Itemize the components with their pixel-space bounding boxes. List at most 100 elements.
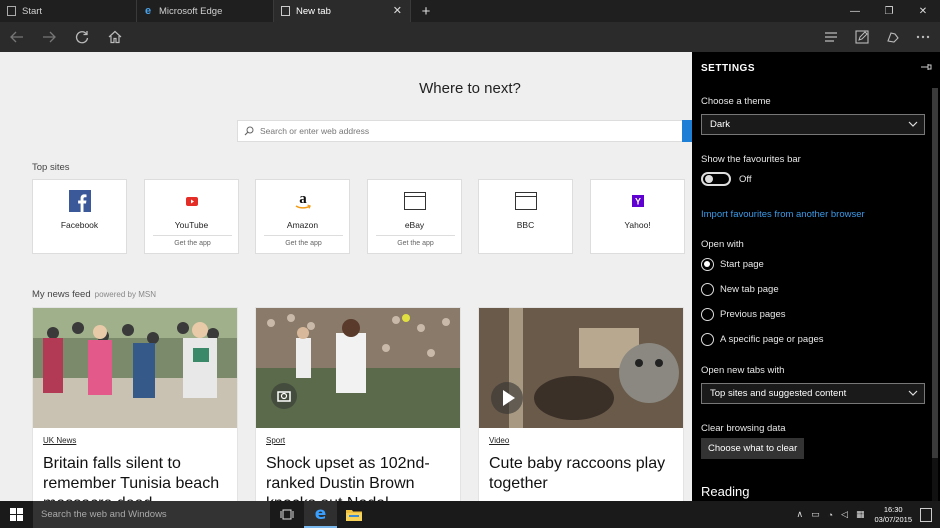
taskbar-search[interactable]: Search the web and Windows xyxy=(33,501,270,528)
new-tab-button[interactable]: + xyxy=(411,0,441,22)
settings-title: SETTINGS xyxy=(701,63,756,74)
radio-label: New tab page xyxy=(720,284,779,295)
back-arrow-icon xyxy=(10,31,23,43)
page-icon xyxy=(6,6,16,16)
import-favourites-link[interactable]: Import favourites from another browser xyxy=(701,209,865,220)
top-site-tile[interactable]: eBay Get the app xyxy=(367,179,462,254)
navigation-bar xyxy=(0,22,940,52)
back-button[interactable] xyxy=(8,28,26,46)
action-center-icon[interactable] xyxy=(920,507,932,522)
pen-icon xyxy=(855,30,869,44)
radio-start-page[interactable]: Start page xyxy=(701,258,764,271)
taskbar-file-explorer-button[interactable] xyxy=(337,501,370,528)
more-button[interactable] xyxy=(914,28,932,46)
tab-start[interactable]: Start xyxy=(0,0,137,22)
windows-logo-icon xyxy=(10,508,23,521)
keyboard-icon[interactable]: ▦ xyxy=(856,509,865,520)
news-category[interactable]: Sport xyxy=(266,436,285,445)
radio-new-tab-page[interactable]: New tab page xyxy=(701,283,779,296)
tile-name: eBay xyxy=(404,220,425,230)
web-note-button[interactable] xyxy=(853,28,871,46)
radio-button xyxy=(701,308,714,321)
taskbar-edge-button[interactable]: e xyxy=(304,501,337,528)
news-feed-powered: powered by MSN xyxy=(94,290,156,299)
favbar-state: Off xyxy=(739,174,752,185)
close-tab-icon[interactable]: ✕ xyxy=(393,4,402,17)
start-button[interactable] xyxy=(0,501,33,528)
favbar-toggle[interactable] xyxy=(701,172,731,186)
new-tab-page: Where to next? Top sites Facebook YouTub… xyxy=(0,52,692,501)
chevron-up-icon[interactable]: ∧ xyxy=(796,509,803,520)
yahoo-icon: Y xyxy=(591,190,684,212)
news-category[interactable]: UK News xyxy=(43,436,76,445)
refresh-icon xyxy=(75,31,89,44)
tab-microsoft-edge[interactable]: e Microsoft Edge xyxy=(137,0,274,22)
share-button[interactable] xyxy=(884,28,902,46)
get-app-link[interactable]: Get the app xyxy=(376,235,455,247)
scrollbar-thumb[interactable] xyxy=(932,88,938,458)
pin-icon[interactable] xyxy=(920,62,932,75)
top-site-tile[interactable]: Facebook xyxy=(32,179,127,254)
top-site-tile[interactable]: YouTube Get the app xyxy=(144,179,239,254)
network-icon[interactable]: ◔ xyxy=(828,510,833,520)
radio-label: Start page xyxy=(720,259,764,270)
volume-icon[interactable]: ◁ xyxy=(841,509,848,520)
taskbar: Search the web and Windows e ∧ ▭ ◔ ◁ ▦ 1… xyxy=(0,501,940,528)
radio-previous-pages[interactable]: Previous pages xyxy=(701,308,785,321)
radio-button xyxy=(701,283,714,296)
radio-specific-pages[interactable]: A specific page or pages xyxy=(701,333,824,346)
battery-icon[interactable]: ▭ xyxy=(811,509,820,520)
theme-select[interactable]: Dark xyxy=(701,114,925,135)
settings-scrollbar[interactable] xyxy=(932,88,938,501)
settings-panel: SETTINGS Choose a theme Dark Show the fa… xyxy=(692,52,940,501)
clock-time: 16:30 xyxy=(883,504,903,514)
new-tabs-select[interactable]: Top sites and suggested content xyxy=(701,383,925,404)
get-app-link[interactable]: Get the app xyxy=(264,235,343,247)
tile-name: Facebook xyxy=(60,220,99,230)
forward-button[interactable] xyxy=(40,28,58,46)
toggle-knob xyxy=(705,175,713,183)
news-image xyxy=(33,308,237,428)
hub-button[interactable] xyxy=(822,28,840,46)
choose-what-to-clear-button[interactable]: Choose what to clear xyxy=(701,438,805,459)
new-tabs-value: Top sites and suggested content xyxy=(710,388,847,399)
top-site-tile[interactable]: a Amazon Get the app xyxy=(255,179,350,254)
task-view-button[interactable] xyxy=(270,501,303,528)
minimize-icon[interactable]: — xyxy=(838,0,872,22)
news-card[interactable]: UK News Britain falls silent to remember… xyxy=(32,307,238,501)
generic-site-icon xyxy=(479,190,572,212)
home-icon xyxy=(108,30,122,44)
top-site-tile[interactable]: BBC xyxy=(478,179,573,254)
news-category[interactable]: Video xyxy=(489,436,509,445)
news-title[interactable]: Shock upset as 102nd-ranked Dustin Brown… xyxy=(266,454,456,501)
svg-text:Y: Y xyxy=(634,197,640,207)
news-image xyxy=(256,308,460,428)
close-window-icon[interactable]: ✕ xyxy=(906,0,940,22)
tile-name: YouTube xyxy=(174,220,209,230)
refresh-button[interactable] xyxy=(73,28,91,46)
page-icon xyxy=(280,6,290,16)
news-title[interactable]: Cute baby raccoons play together xyxy=(489,454,679,494)
more-icon xyxy=(916,35,930,39)
search-input[interactable] xyxy=(260,126,660,136)
home-button[interactable] xyxy=(106,28,124,46)
tab-new-tab[interactable]: New tab ✕ xyxy=(274,0,411,22)
search-go-button[interactable] xyxy=(682,120,692,142)
search-box[interactable] xyxy=(237,120,692,142)
get-app-link[interactable]: Get the app xyxy=(153,235,232,247)
edge-window: Start e Microsoft Edge New tab ✕ + — ❐ ✕ xyxy=(0,0,940,528)
radio-label: A specific page or pages xyxy=(720,334,824,345)
news-title[interactable]: Britain falls silent to remember Tunisia… xyxy=(43,454,233,501)
theme-label: Choose a theme xyxy=(701,96,771,107)
top-site-tile[interactable]: Y Yahoo! xyxy=(590,179,685,254)
task-view-icon xyxy=(280,509,293,520)
news-card[interactable]: Video Cute baby raccoons play together xyxy=(478,307,684,501)
chevron-down-icon xyxy=(908,119,918,131)
forward-arrow-icon xyxy=(43,31,56,43)
news-feed-label: My news feed powered by MSN xyxy=(32,289,156,300)
radio-button-selected xyxy=(701,258,714,271)
restore-icon[interactable]: ❐ xyxy=(872,0,906,22)
news-card[interactable]: Sport Shock upset as 102nd-ranked Dustin… xyxy=(255,307,461,501)
taskbar-search-placeholder: Search the web and Windows xyxy=(41,509,167,520)
clock[interactable]: 16:30 03/07/2015 xyxy=(874,505,912,525)
